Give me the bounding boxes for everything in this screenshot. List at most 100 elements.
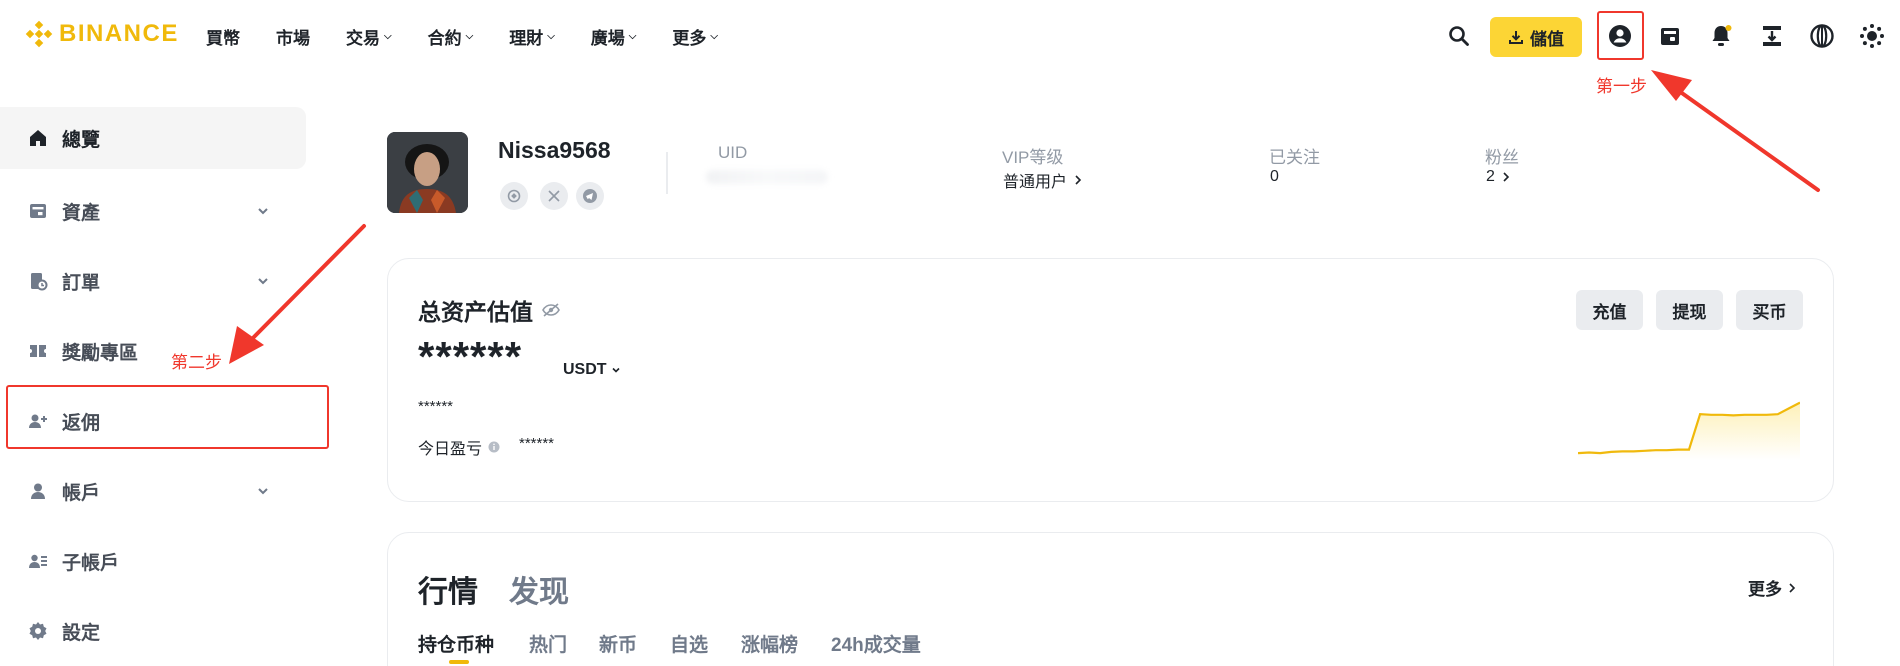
- vip-level-link[interactable]: 普通用户: [1003, 168, 1083, 192]
- nav-label: 買幣: [206, 29, 240, 48]
- asset-title: 总资产估值: [418, 293, 561, 327]
- chevron-down-icon: [611, 367, 620, 373]
- today-pnl-value: ******: [519, 435, 555, 452]
- telegram-icon: [583, 189, 597, 203]
- tab-hot[interactable]: 热门: [529, 630, 567, 657]
- sidebar-item-label: 獎勵專區: [62, 342, 139, 364]
- chevron-down-icon: [258, 278, 268, 285]
- wallet-icon: [1661, 28, 1679, 45]
- active-tab-indicator: [449, 660, 469, 664]
- more-label: 更多: [1748, 580, 1782, 599]
- tab-top-gainers[interactable]: 涨幅榜: [741, 630, 798, 657]
- nav-markets[interactable]: 市場: [276, 24, 310, 49]
- nav-label: 合約: [427, 29, 462, 48]
- today-pnl-label: 今日盈亏: [418, 435, 500, 459]
- chevron-down-icon: [258, 488, 268, 495]
- telegram-profile-link[interactable]: [576, 182, 604, 210]
- nav-futures[interactable]: 合約 ⌵: [428, 24, 474, 49]
- total-balance-hidden: ******: [418, 333, 523, 380]
- nav-trade[interactable]: 交易 ⌵: [346, 24, 392, 49]
- language-button[interactable]: [1806, 20, 1838, 52]
- brand-name: BINANCE: [59, 20, 179, 47]
- sidebar-item-account[interactable]: 帳戶: [0, 460, 306, 522]
- avatar-portrait-image: [387, 132, 468, 213]
- nav-square[interactable]: 廣場 ⌵: [591, 24, 637, 49]
- tab-holdings[interactable]: 持仓币种: [418, 630, 494, 657]
- info-icon[interactable]: [488, 441, 500, 453]
- chevron-down-icon: ⌵: [628, 31, 637, 42]
- eye-slash-icon[interactable]: [541, 302, 561, 318]
- nav-more[interactable]: 更多 ⌵: [672, 24, 718, 49]
- sidebar-item-rewards[interactable]: 獎勵專區: [0, 320, 306, 382]
- following-count[interactable]: 0: [1270, 168, 1279, 186]
- sub-account-icon: [28, 551, 48, 571]
- sidebar-item-assets[interactable]: 資產: [0, 180, 306, 242]
- sidebar-item-label: 子帳戶: [62, 552, 120, 574]
- transfer-button[interactable]: [1756, 20, 1788, 52]
- step1-annotation: 第一步: [1596, 77, 1647, 96]
- tab-markets[interactable]: 行情: [418, 567, 478, 611]
- sidebar-item-settings[interactable]: 設定: [0, 600, 306, 662]
- chevron-down-icon: ⌵: [384, 31, 392, 42]
- vip-value: 普通用户: [1003, 174, 1068, 191]
- home-icon: [28, 128, 48, 148]
- x-profile-link[interactable]: [540, 182, 568, 210]
- x-icon: [548, 190, 560, 202]
- tab-favorites[interactable]: 自选: [670, 630, 708, 657]
- sidebar-item-sub-accounts[interactable]: 子帳戶: [0, 530, 306, 592]
- buy-crypto-button[interactable]: 买币: [1736, 290, 1803, 330]
- uid-label: UID: [718, 143, 748, 162]
- top-navbar: BINANCE 買幣 市場 交易 ⌵ 合約 ⌵ 理財 ⌵ 廣場 ⌵ 更多 ⌵ 儲值: [0, 0, 1900, 74]
- chevron-down-icon: ⌵: [465, 31, 474, 42]
- sidebar-item-label: 總覽: [62, 129, 101, 151]
- withdraw-button[interactable]: 提现: [1656, 290, 1723, 330]
- balance-trend-sparkline: [1578, 401, 1800, 460]
- binance-profile-link[interactable]: [500, 182, 528, 210]
- button-label: 充值: [1592, 302, 1627, 322]
- globe-icon: [1810, 24, 1834, 48]
- notifications-button[interactable]: [1705, 20, 1737, 52]
- step2-annotation: 第二步: [171, 353, 222, 372]
- tab-discover[interactable]: 发现: [509, 567, 569, 611]
- following-value: 0: [1270, 168, 1279, 185]
- search-icon: [1449, 26, 1469, 46]
- tab-new-listings[interactable]: 新币: [599, 630, 637, 657]
- chevron-down-icon: ⌵: [710, 31, 718, 42]
- tab-24h-volume[interactable]: 24h成交量: [831, 630, 921, 657]
- download-icon: [1509, 31, 1523, 44]
- pnl-label-text: 今日盈亏: [418, 441, 483, 458]
- button-label: 提现: [1672, 302, 1707, 322]
- wallet-button[interactable]: [1654, 20, 1686, 52]
- following-label: 已关注: [1269, 148, 1320, 167]
- market-more-link[interactable]: 更多: [1748, 575, 1796, 600]
- transfer-icon: [1763, 26, 1781, 46]
- fiat-balance-hidden: ******: [418, 398, 454, 415]
- step2-highlight-box: [6, 385, 329, 449]
- user-icon: [28, 481, 48, 501]
- followers-value: 2: [1486, 168, 1495, 185]
- nav-label: 更多: [672, 29, 707, 48]
- sidebar-item-overview[interactable]: 總覽: [0, 107, 306, 169]
- sidebar-item-orders[interactable]: 訂單: [0, 250, 306, 312]
- search-button[interactable]: [1443, 20, 1475, 52]
- binance-logo-icon: [25, 20, 53, 48]
- deposit-action-button[interactable]: 充值: [1576, 290, 1643, 330]
- deposit-button[interactable]: 儲值: [1490, 17, 1582, 57]
- nav-earn[interactable]: 理財 ⌵: [509, 24, 555, 49]
- chevron-right-icon: [1075, 175, 1082, 185]
- chevron-down-icon: [258, 208, 268, 215]
- sidebar-item-label: 訂單: [62, 272, 101, 294]
- asset-title-text: 总资产估值: [418, 299, 533, 325]
- uid-value-blurred: [706, 170, 828, 184]
- currency-selector[interactable]: USDT: [563, 361, 621, 379]
- nav-buy-crypto[interactable]: 買幣: [206, 24, 240, 49]
- followers-link[interactable]: 2: [1486, 168, 1511, 186]
- sidebar-item-label: 設定: [62, 622, 101, 644]
- binance-logo[interactable]: BINANCE: [25, 20, 179, 48]
- sidebar-item-label: 帳戶: [62, 482, 101, 504]
- theme-toggle-button[interactable]: [1856, 20, 1888, 52]
- theme-icon: [1860, 24, 1884, 48]
- wallet-icon: [28, 201, 48, 221]
- avatar[interactable]: [387, 132, 468, 213]
- chevron-right-icon: [1789, 582, 1796, 593]
